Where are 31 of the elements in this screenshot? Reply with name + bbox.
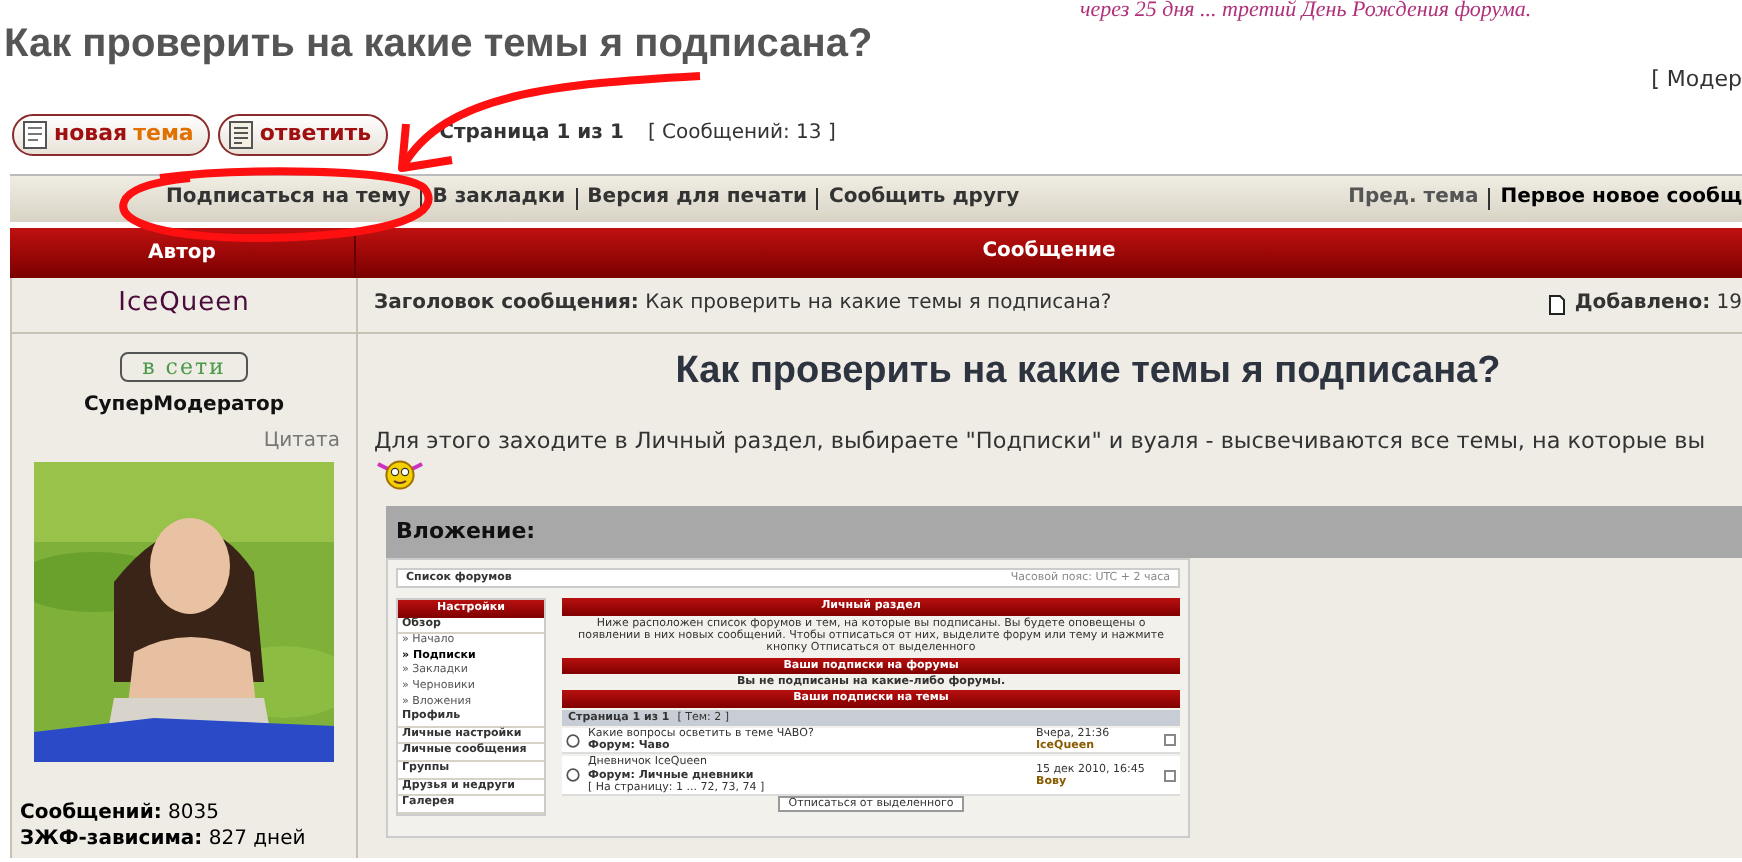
nav-link[interactable]: Пред. тема [1348,186,1479,212]
document-icon [227,119,254,149]
user-stat: Сообщений: 8035 [20,800,221,826]
post-heading: Как проверить на какие темы я подписана? [673,350,1503,394]
post-text: Для этого заходите в Личный раздел, выбираете "Подписки" и вуаля - высвечиваются все темы, на которые вы [374,428,1708,456]
attachment-label: Вложение: [396,518,536,544]
new-topic-button[interactable]: новая тема [12,113,210,155]
quote-link[interactable]: Цитата [263,429,356,454]
banner-text: через 25 дня ... третий День Рождения форума. [1078,0,1534,22]
post-count: [ Сообщений: 13 ] [647,121,836,147]
post-date: Добавлено: 19 [1574,292,1742,318]
user-stat: ЗЖФ-зависима: 827 дней [20,826,306,852]
column-header: Сообщение [980,240,1118,266]
screenshot-checkbox[interactable] [1164,734,1176,747]
reply-button[interactable]: ответить [217,113,388,155]
nav-link[interactable]: Первое новое сообщ [1500,186,1742,212]
topic-link[interactable]: Версия для печати [587,186,807,212]
user-rank: СуперМодератор [83,394,285,419]
smiley-icon [374,456,426,490]
topic-link[interactable]: Сообщить другу [828,186,1020,212]
online-badge: в сети [120,352,248,382]
document-icon [1548,294,1567,316]
topic-link[interactable]: Подписаться на тему [166,186,411,212]
subject-line: Заголовок сообщения: Как проверить на какие темы я подписана? [374,292,1112,318]
page-title: Как проверить на какие темы я подписана? [4,22,875,66]
topic-link[interactable]: В закладки [432,186,566,212]
page-indicator: Страница 1 из 1 [439,121,624,147]
author-name[interactable]: IceQueen [118,288,250,322]
moderators-link[interactable]: [ Модер [1651,66,1742,102]
document-icon [22,119,48,149]
screenshot-checkbox[interactable] [1164,769,1176,782]
